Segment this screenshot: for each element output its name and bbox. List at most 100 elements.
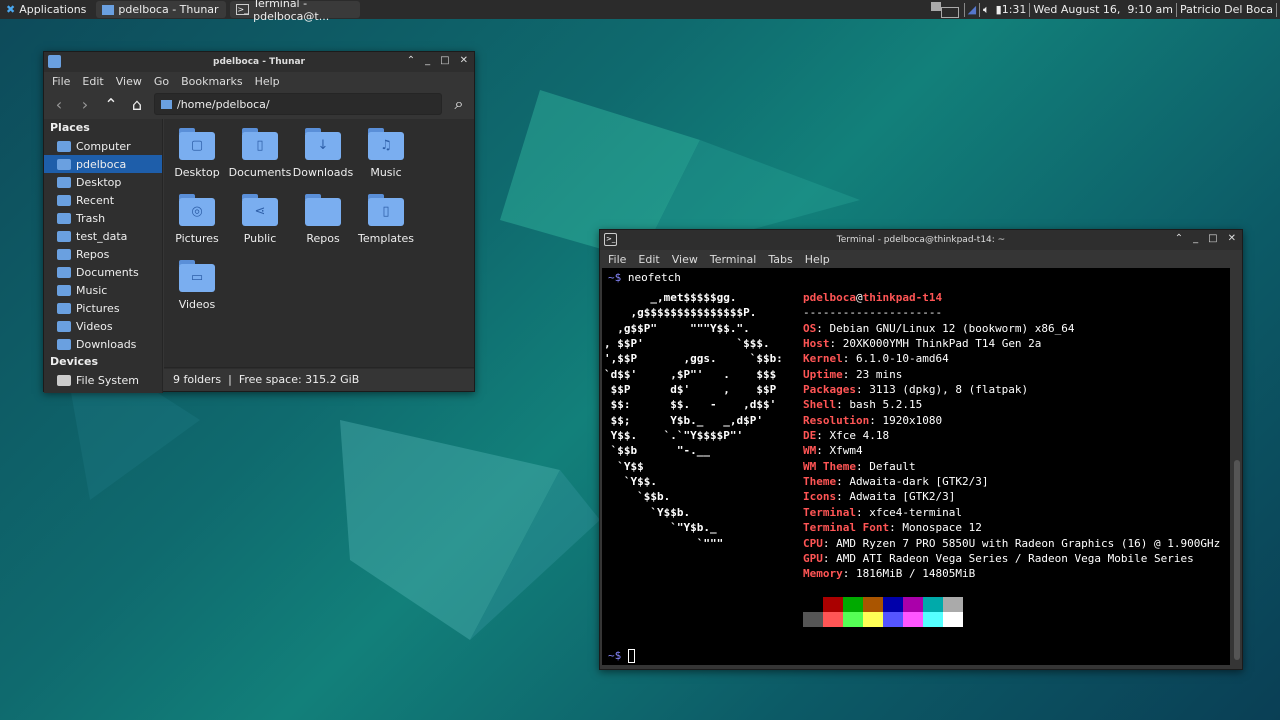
home-icon[interactable]: ⌂	[128, 95, 146, 114]
up-icon[interactable]: ⌃	[102, 95, 120, 114]
music-icon	[57, 284, 71, 296]
sidebar-item-videos[interactable]: Videos	[44, 317, 162, 335]
close-button[interactable]: ✕	[460, 55, 468, 66]
menu-file[interactable]: File	[608, 253, 626, 266]
shade-button[interactable]: ⌃	[407, 55, 415, 66]
volume-icon[interactable]: 🔈︎	[983, 3, 990, 17]
info-key: OS	[803, 321, 817, 335]
folder-music[interactable]: ♫ Music	[354, 128, 418, 179]
info-value: Monospace 12	[902, 521, 982, 535]
folder-icon: ▯	[368, 194, 404, 226]
info-line: Theme: Adwaita-dark [GTK2/3]	[803, 475, 989, 489]
search-icon[interactable]: ⌕	[450, 94, 468, 114]
clock[interactable]: Wed August 16, 9:10 am	[1033, 3, 1173, 16]
drive-icon	[57, 374, 71, 386]
user-menu[interactable]: Patricio Del Boca	[1180, 3, 1273, 16]
info-line: Memory: 1816MiB / 14805MiB	[803, 567, 976, 581]
info-key: Icons	[803, 490, 837, 504]
applications-menu[interactable]: ✖ Applications	[0, 1, 92, 18]
forward-icon[interactable]: ›	[76, 95, 94, 114]
sidebar-item-repos[interactable]: Repos	[44, 245, 162, 263]
menu-file[interactable]: File	[52, 75, 70, 88]
task-thunar[interactable]: pdelboca - Thunar	[96, 1, 227, 18]
workspace-switcher[interactable]	[929, 2, 961, 18]
top-panel: ✖ Applications pdelboca - Thunar >_ Termin…	[0, 0, 1280, 23]
folder-downloads[interactable]: ↓ Downloads	[291, 128, 355, 179]
folder-pictures[interactable]: ◎ Pictures	[165, 194, 229, 245]
sidebar-item-filesystem[interactable]: File System	[44, 371, 162, 389]
maximize-button[interactable]: □	[1208, 233, 1217, 244]
folder-icon: ♫	[368, 128, 404, 160]
title-bar[interactable]: pdelboca - Thunar ⌃ _ □ ✕	[44, 52, 474, 72]
folder-documents[interactable]: ▯ Documents	[228, 128, 292, 179]
info-key: Host	[803, 337, 830, 351]
separator	[1176, 2, 1178, 17]
sidebar-item-desktop[interactable]: Desktop	[44, 173, 162, 191]
color-swatch	[903, 611, 923, 627]
folder-videos[interactable]: ▭ Videos	[165, 260, 229, 311]
info-key: Kernel	[803, 352, 843, 366]
menu-edit[interactable]: Edit	[638, 253, 659, 266]
location-bar[interactable]: /home/pdelboca/	[154, 93, 442, 115]
ascii-line: $$: $$. - ,d$$'	[604, 398, 777, 412]
sidebar-item-label: Recent	[76, 193, 115, 207]
menu-terminal[interactable]: Terminal	[710, 253, 757, 266]
sidebar-item-documents[interactable]: Documents	[44, 263, 162, 281]
info-key: WM Theme	[803, 459, 856, 473]
sidebar-item-label: Music	[76, 283, 108, 297]
minimize-button[interactable]: _	[1193, 233, 1198, 244]
sidebar-item-computer[interactable]: Computer	[44, 137, 162, 155]
color-swatch	[823, 611, 843, 627]
cursor	[627, 648, 635, 663]
menu-bookmarks[interactable]: Bookmarks	[181, 75, 242, 88]
shade-button[interactable]: ⌃	[1175, 233, 1183, 244]
ascii-line: _,met$$$$$gg.	[604, 291, 737, 304]
info-value: Adwaita [GTK2/3]	[849, 490, 956, 504]
minimize-button[interactable]: _	[425, 55, 430, 66]
sidebar-item-label: Trash	[76, 211, 106, 225]
sidebar-item-pictures[interactable]: Pictures	[44, 299, 162, 317]
folder-public[interactable]: ⋖ Public	[228, 194, 292, 245]
folder-templates[interactable]: ▯ Templates	[354, 194, 418, 245]
info-line: Kernel: 6.1.0-10-amd64	[803, 352, 949, 366]
sidebar-item-test_data[interactable]: test_data	[44, 227, 162, 245]
menu-edit[interactable]: Edit	[82, 75, 103, 88]
folder-repos[interactable]: Repos	[291, 194, 355, 245]
ascii-line: `$$b.	[604, 490, 671, 504]
folder-icon	[305, 194, 341, 226]
sidebar-item-pdelboca[interactable]: pdelboca	[44, 155, 162, 173]
sidebar-item-music[interactable]: Music	[44, 281, 162, 299]
network-icon[interactable]: ◢	[968, 3, 976, 16]
info-key: Terminal	[803, 505, 856, 519]
sidebar-item-recent[interactable]: Recent	[44, 191, 162, 209]
menu-help[interactable]: Help	[255, 75, 280, 88]
info-line: WM: Xfwm4	[803, 444, 863, 458]
sidebar-item-downloads[interactable]: Downloads	[44, 335, 162, 353]
menu-view[interactable]: View	[116, 75, 142, 88]
sidebar-item-label: Videos	[76, 319, 113, 333]
system-info: pdelboca@thinkpad-t14 -------------------…	[803, 290, 1220, 627]
close-button[interactable]: ✕	[1228, 233, 1236, 244]
scrollbar[interactable]	[1234, 460, 1240, 660]
info-key: Memory	[803, 567, 843, 581]
info-line: Packages: 3113 (dpkg), 8 (flatpak)	[803, 383, 1029, 397]
info-key: Packages	[803, 383, 856, 397]
ascii-line: `"""	[604, 536, 724, 550]
terminal-output[interactable]: ~$ neofetch _,met$$$$$gg. ,g$$$$$$$$$$$$…	[602, 268, 1230, 665]
maximize-button[interactable]: □	[440, 55, 449, 66]
folder-icon: ▢	[179, 128, 215, 160]
menu-tabs[interactable]: Tabs	[768, 253, 792, 266]
menu-go[interactable]: Go	[154, 75, 169, 88]
folder-desktop[interactable]: ▢ Desktop	[165, 128, 229, 179]
separator	[1276, 2, 1277, 17]
color-swatch	[943, 611, 963, 627]
task-terminal[interactable]: >_ Terminal - pdelboca@t...	[230, 0, 361, 23]
menu-help[interactable]: Help	[805, 253, 830, 266]
folder-icon: ▭	[179, 260, 215, 292]
sidebar-item-trash[interactable]: Trash	[44, 209, 162, 227]
back-icon[interactable]: ‹	[50, 95, 68, 114]
info-line: Icons: Adwaita [GTK2/3]	[803, 490, 956, 504]
thunar-window: pdelboca - Thunar ⌃ _ □ ✕ File Edit View Go Boo…	[43, 51, 475, 393]
title-bar[interactable]: >_ Terminal - pdelboca@thinkpad-t14: ~ ⌃ _…	[600, 230, 1242, 250]
menu-view[interactable]: View	[672, 253, 698, 266]
